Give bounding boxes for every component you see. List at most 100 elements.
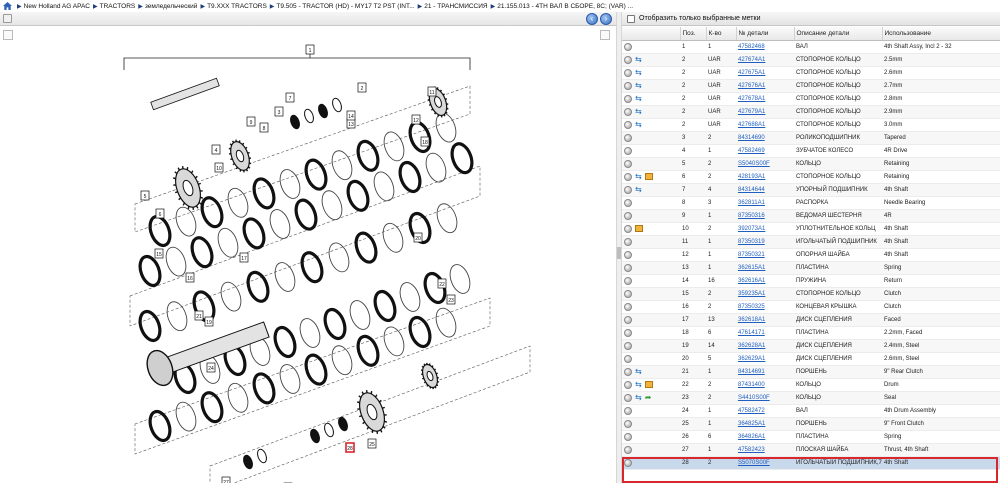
cell-part-number[interactable]: 87350319 [736, 235, 794, 249]
part-number-link[interactable]: S4410S00F [738, 395, 770, 401]
info-icon[interactable] [624, 406, 632, 415]
table-row[interactable]: 26 6 364826A1 ПЛАСТИНА Spring [622, 430, 1000, 444]
part-number-link[interactable]: 87431400 [738, 382, 765, 388]
breadcrumb-text[interactable]: 21.155.013 - 4TH ВАЛ В СБОРЕ, 8C; (VAR) … [497, 3, 633, 10]
part-number-link[interactable]: 47614171 [738, 330, 765, 336]
table-row[interactable]: ⇆ 2 UAR 427678A1 СТОПОРНОЕ КОЛЬЦО 2.8mm [622, 92, 1000, 106]
breadcrumb-item[interactable]: ▶ 21.155.013 - 4TH ВАЛ В СБОРЕ, 8C; (VAR)… [491, 3, 633, 10]
info-icon[interactable] [624, 120, 632, 129]
table-row[interactable]: 17 13 362618A1 ДИСК СЦЕПЛЕНИЯ Faced [622, 313, 1000, 327]
table-row[interactable]: 20 5 362629A1 ДИСК СЦЕПЛЕНИЯ 2.6mm, Steel [622, 352, 1000, 366]
callout-18[interactable]: 18 [420, 136, 430, 147]
home-icon[interactable] [3, 2, 12, 10]
substitute-arrows-icon[interactable]: ⇆ [635, 380, 642, 389]
part-number-link[interactable]: 84314644 [738, 187, 765, 193]
cell-part-number[interactable]: 364826A1 [736, 430, 794, 444]
table-row[interactable]: 16 2 87350325 КОНЦЕВАЯ КРЫШКА Clutch [622, 300, 1000, 314]
callout-19[interactable]: 19 [204, 316, 214, 327]
splitter-grip[interactable] [617, 247, 621, 259]
callout-17[interactable]: 17 [239, 252, 249, 263]
kit-box-icon[interactable] [644, 381, 653, 388]
table-row[interactable]: 25 1 364825A1 ПОРШЕНЬ 9" Front Clutch [622, 417, 1000, 431]
column-header-part-number[interactable]: № детали [736, 27, 795, 41]
table-row[interactable]: 19 14 362628A1 ДИСК СЦЕПЛЕНИЯ 2.4mm, Steel [622, 339, 1000, 353]
info-icon[interactable] [624, 211, 632, 220]
substitute-arrows-icon[interactable]: ⇆ [635, 367, 642, 376]
part-number-link[interactable]: 362629A1 [738, 356, 765, 362]
cell-part-number[interactable]: 427676A1 [736, 79, 794, 93]
table-row[interactable]: 5 2 S5040S00F КОЛЬЦО Retaining [622, 157, 1000, 171]
callout-23[interactable]: 23 [446, 294, 456, 305]
info-icon[interactable] [624, 380, 632, 389]
info-icon[interactable] [624, 198, 632, 207]
substitute-arrows-icon[interactable]: ⇆ [635, 120, 642, 129]
exploded-parts-diagram[interactable]: 1234567891011121314151617181920212223242… [0, 26, 616, 483]
callout-5[interactable]: 5 [140, 190, 150, 201]
substitute-arrows-icon[interactable]: ⇆ [635, 172, 642, 181]
part-number-link[interactable]: S5070S00F [738, 460, 770, 466]
callout-3[interactable]: 3 [274, 106, 284, 117]
callout-27[interactable]: 27 [221, 476, 231, 483]
info-icon[interactable] [624, 146, 632, 155]
table-row[interactable]: ⇆ 2 UAR 427675A1 СТОПОРНОЕ КОЛЬЦО 2.6mm [622, 66, 1000, 80]
cell-part-number[interactable]: 427675A1 [736, 66, 794, 80]
substitute-arrows-icon[interactable]: ⇆ [635, 55, 642, 64]
cell-part-number[interactable]: 84314691 [736, 365, 794, 379]
cell-part-number[interactable]: 428193A1 [736, 170, 794, 184]
cell-part-number[interactable]: 392073A1 [736, 222, 794, 236]
table-row[interactable]: ⇆ 2 UAR 427679A1 СТОПОРНОЕ КОЛЬЦО 2.9mm [622, 105, 1000, 119]
callout-9[interactable]: 9 [246, 116, 256, 127]
table-row[interactable]: 1 1 47582468 ВАЛ 4th Shaft Assy, Incl 2 - 32 [622, 40, 1000, 54]
table-row[interactable]: 11 1 87350319 ИГОЛЬЧАТЫЙ ПОДШИПНИК 4th Shaft [622, 235, 1000, 249]
previous-arrow-icon[interactable]: ‹ [586, 13, 598, 25]
info-icon[interactable] [624, 159, 632, 168]
table-row[interactable]: ⇆ 22 2 87431400 КОЛЬЦО Drum [622, 378, 1000, 392]
table-row[interactable]: 282S5070S00F ИГОЛЬЧАТЫЙ ПОДШИПНИК,76.2mm … [622, 456, 1000, 470]
show-selected-label[interactable]: Отобразить только выбранные метки [639, 15, 760, 22]
table-row[interactable]: 18 6 47614171 ПЛАСТИНА 2.2mm, Faced [622, 326, 1000, 340]
info-icon[interactable] [624, 107, 632, 116]
part-number-link[interactable]: 87350325 [738, 304, 765, 310]
callout-11[interactable]: 11 [427, 86, 437, 97]
breadcrumb-item[interactable]: ▶ T9.XXX TRACTORS [200, 3, 266, 10]
substitute-arrows-icon[interactable]: ⇆ [635, 81, 642, 90]
part-number-link[interactable]: 364825A1 [738, 421, 765, 427]
info-icon[interactable] [624, 276, 632, 285]
table-row[interactable]: 10 2 392073A1 УПЛОТНИТЕЛЬНОЕ КОЛЬЦ 4th Shaft [622, 222, 1000, 236]
callout-8[interactable]: 8 [259, 122, 269, 133]
breadcrumb-text[interactable]: T9.XXX TRACTORS [207, 3, 267, 10]
info-icon[interactable] [624, 133, 632, 142]
substitute-arrows-icon[interactable]: ⇆ [635, 185, 642, 194]
breadcrumb-text[interactable]: New Holland AG APAC [24, 3, 90, 10]
info-icon[interactable] [624, 263, 632, 272]
part-number-link[interactable]: 427674A1 [738, 57, 765, 63]
part-number-link[interactable]: 84314690 [738, 135, 765, 141]
cell-part-number[interactable]: 427679A1 [736, 105, 794, 119]
substitute-arrows-icon[interactable]: ⇆ [635, 94, 642, 103]
part-number-link[interactable]: 362628A1 [738, 343, 765, 349]
cell-part-number[interactable]: 427674A1 [736, 53, 794, 67]
callout-16[interactable]: 16 [185, 272, 195, 283]
cell-part-number[interactable]: S5040S00F [736, 157, 794, 171]
next-arrow-icon[interactable]: › [600, 13, 612, 25]
replacement-arrow-icon[interactable]: ➦ [645, 393, 652, 402]
breadcrumb-item[interactable]: ▶ TRACTORS [93, 3, 135, 10]
cell-part-number[interactable]: 87431400 [736, 378, 794, 392]
part-number-link[interactable]: 362618A1 [738, 317, 765, 323]
cell-part-number[interactable]: 87350321 [736, 248, 794, 262]
info-icon[interactable] [624, 68, 632, 77]
cell-part-number[interactable]: 364825A1 [736, 417, 794, 431]
callout-1[interactable]: 1 [305, 44, 315, 55]
table-row[interactable]: ⇆ ➦ 23 2 S4410S00F КОЛЬЦО Seal [622, 391, 1000, 405]
cell-part-number[interactable]: 47582472 [736, 404, 794, 418]
breadcrumb-text[interactable]: TRACTORS [100, 3, 136, 10]
cell-part-number[interactable]: S5070S00F [736, 456, 794, 470]
info-icon[interactable] [624, 289, 632, 298]
info-icon[interactable] [624, 419, 632, 428]
info-icon[interactable] [624, 55, 632, 64]
part-number-link[interactable]: 359235A1 [738, 291, 765, 297]
table-row[interactable]: ⇆ 6 2 428193A1 СТОПОРНОЕ КОЛЬЦО Retaining [622, 170, 1000, 184]
part-number-link[interactable]: 428193A1 [738, 174, 765, 180]
callout-24[interactable]: 24 [206, 362, 216, 373]
part-number-link[interactable]: 87350321 [738, 252, 765, 258]
